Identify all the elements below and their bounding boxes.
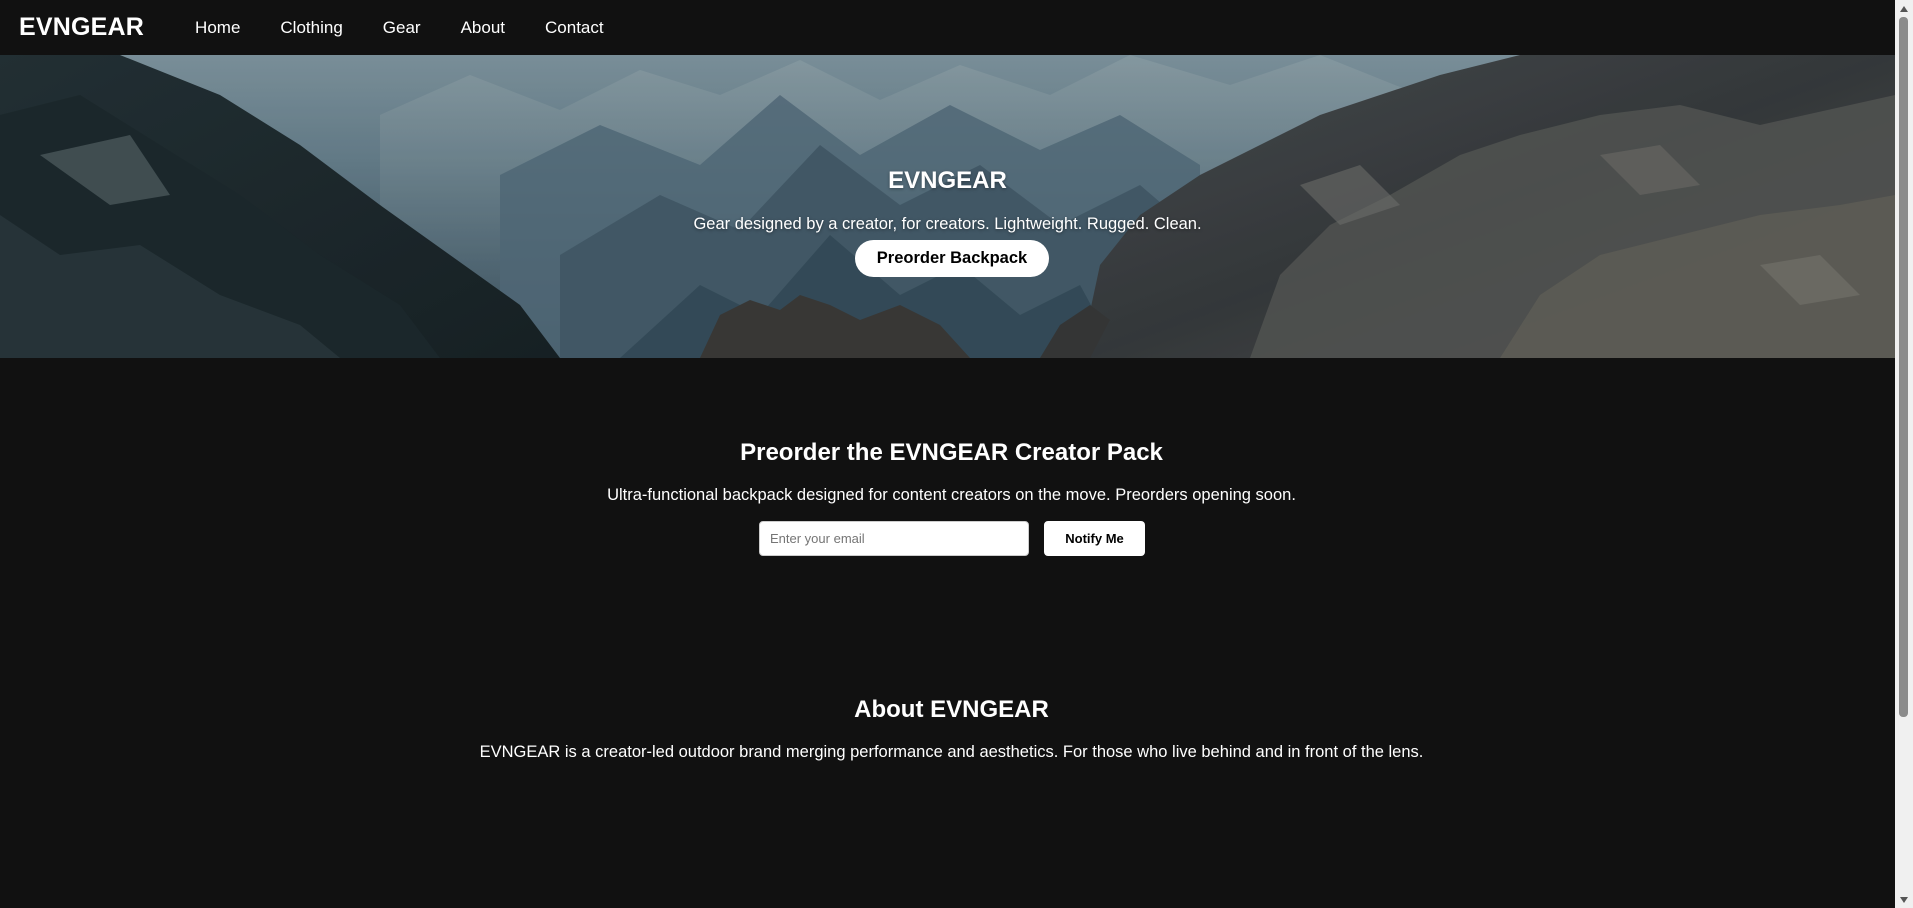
preorder-title: Preorder the EVNGEAR Creator Pack [740, 439, 1163, 466]
email-input[interactable] [759, 521, 1029, 556]
nav-link-about[interactable]: About [461, 18, 505, 38]
scroll-up-arrow-icon[interactable] [1895, 0, 1913, 17]
top-navbar: EVNGEAR Home Clothing Gear About Contact [0, 0, 1895, 55]
nav-link-clothing[interactable]: Clothing [280, 18, 342, 38]
nav-link-contact[interactable]: Contact [545, 18, 604, 38]
page: EVNGEAR Home Clothing Gear About Contact [0, 0, 1913, 908]
hero-content: EVNGEAR Gear designed by a creator, for … [0, 55, 1895, 358]
notify-me-button[interactable]: Notify Me [1044, 521, 1145, 556]
preorder-backpack-button[interactable]: Preorder Backpack [855, 240, 1049, 277]
brand-logo[interactable]: EVNGEAR [19, 13, 144, 42]
preorder-description: Ultra-functional backpack designed for c… [607, 486, 1296, 504]
vertical-scrollbar[interactable] [1895, 0, 1913, 908]
about-description: EVNGEAR is a creator-led outdoor brand m… [479, 743, 1424, 761]
scroll-down-arrow-icon[interactable] [1895, 891, 1913, 908]
scroll-thumb[interactable] [1899, 17, 1908, 717]
nav-links: Home Clothing Gear About Contact [195, 18, 644, 38]
hero-subtitle: Gear designed by a creator, for creators… [693, 215, 1202, 233]
about-title: About EVNGEAR [854, 696, 1049, 723]
nav-link-home[interactable]: Home [195, 18, 240, 38]
hero-section: EVNGEAR Gear designed by a creator, for … [0, 55, 1895, 358]
hero-title: EVNGEAR [888, 167, 1007, 194]
nav-link-gear[interactable]: Gear [383, 18, 421, 38]
